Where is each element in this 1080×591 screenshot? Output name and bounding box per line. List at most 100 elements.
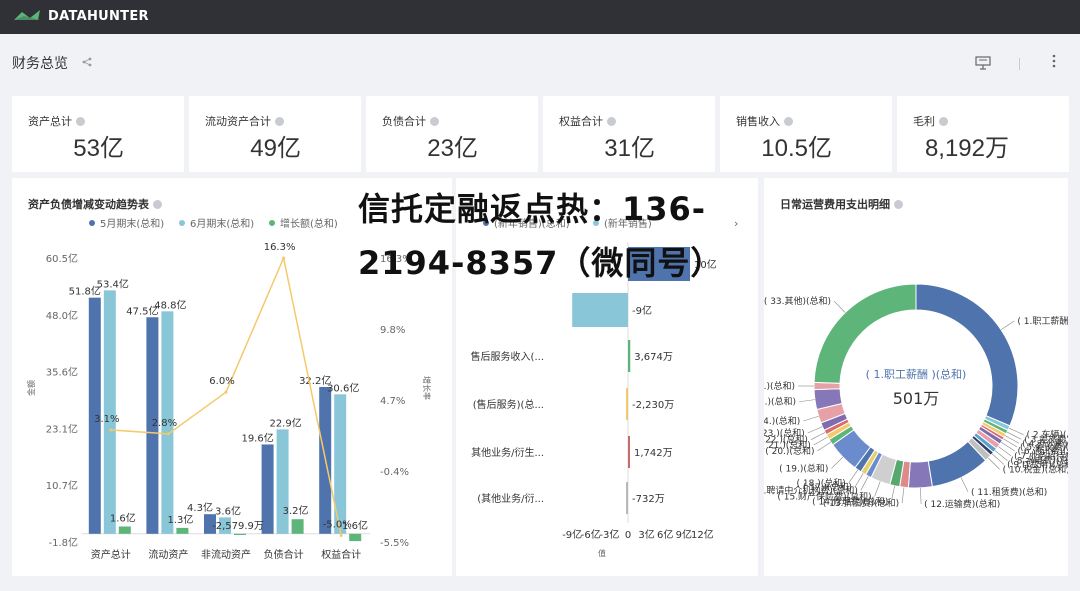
- x-tick-label: 负债合计: [264, 548, 304, 561]
- kpi-card-total-liabilities[interactable]: 负债合计 23亿: [366, 96, 538, 172]
- info-icon[interactable]: [430, 116, 439, 126]
- page-header: 财务总览: [0, 34, 1080, 92]
- info-icon[interactable]: [607, 116, 616, 126]
- overlay-ad-text: 信托定融返点热：136-2194-8357（微同号）: [358, 190, 724, 282]
- bar: [291, 519, 304, 534]
- kpi-card-gross-profit[interactable]: 毛利 8,192万: [897, 96, 1069, 172]
- leader-line: [799, 399, 815, 403]
- logo[interactable]: DATAHUNTER: [12, 8, 149, 24]
- slice-label: ( 24.)(总和): [764, 415, 800, 427]
- header-divider: [1019, 58, 1020, 70]
- info-icon[interactable]: [939, 116, 948, 126]
- kpi-label: 负债合计: [382, 115, 426, 128]
- slice-label: ( 10.税金)(总和): [1003, 463, 1068, 475]
- x-tick-label: -3亿: [599, 528, 619, 541]
- kpi-value: 10.5亿: [761, 135, 832, 162]
- kpi-label: 毛利: [913, 115, 935, 128]
- kpi-card-total-assets[interactable]: 资产总计 53亿: [12, 96, 184, 172]
- x-tick-label: 资产总计: [91, 548, 131, 561]
- slice-label: ( 19.)(总和): [779, 462, 828, 474]
- leader-line: [1004, 435, 1020, 444]
- bar-data-label: 22.9亿: [269, 416, 301, 429]
- bar-data-label: 48.8亿: [154, 298, 186, 311]
- bar-data-label: 3,674万: [634, 352, 673, 363]
- x-tick-label: 12亿: [691, 528, 714, 541]
- line-point: [166, 432, 170, 436]
- y-axis-label: 金额: [26, 380, 36, 396]
- leader-line: [807, 426, 823, 434]
- slice-label: ( 12.运输费)(总和): [924, 498, 1000, 510]
- leader-line: [1008, 427, 1024, 435]
- info-icon[interactable]: [275, 116, 284, 126]
- bar-data-label: 1.6亿: [110, 512, 136, 525]
- bar-data-label: 53.4亿: [97, 277, 129, 290]
- slice-label: ( 23.)(总和): [764, 427, 805, 439]
- kpi-card-total-equity[interactable]: 权益合计 31亿: [543, 96, 715, 172]
- y2-tick-label: 4.7%: [380, 396, 405, 407]
- line-data-label: 2.8%: [152, 418, 177, 429]
- y-tick-label: (售后服务)(总...: [473, 398, 544, 411]
- kpi-label: 销售收入: [736, 115, 780, 128]
- leader-line: [817, 441, 831, 452]
- kpi-card-sales-revenue[interactable]: 销售收入 10.5亿: [720, 96, 892, 172]
- kpi-label: 流动资产合计: [205, 115, 271, 128]
- bar: [572, 293, 628, 327]
- kpi-card-current-assets[interactable]: 流动资产合计 49亿: [189, 96, 361, 172]
- y-tick-label: 48.0亿: [46, 309, 78, 322]
- leader-line: [813, 436, 828, 446]
- bar: [628, 340, 631, 372]
- bar: [626, 482, 628, 514]
- share-icon[interactable]: [82, 57, 92, 67]
- leader-line: [831, 456, 844, 469]
- x-tick-label: 6亿: [657, 528, 673, 541]
- y2-tick-label: -0.4%: [380, 467, 409, 478]
- x-tick-label: 9亿: [676, 528, 692, 541]
- leader-line: [810, 432, 826, 440]
- y-tick-label: 23.1亿: [46, 422, 78, 435]
- y-tick-label: 60.5亿: [46, 252, 78, 265]
- bar-data-label: 3.6亿: [215, 504, 241, 517]
- bar: [176, 527, 189, 534]
- y2-axis-label: 增长率: [422, 376, 432, 400]
- more-vertical-icon[interactable]: [1051, 54, 1057, 68]
- info-icon[interactable]: [784, 116, 793, 126]
- kpi-label: 权益合计: [559, 115, 603, 128]
- info-icon[interactable]: [76, 116, 85, 126]
- y-tick-label: 35.6亿: [46, 366, 78, 379]
- brand-name: DATAHUNTER: [48, 8, 149, 24]
- legend-marker: [269, 220, 275, 226]
- x-tick-label: 非流动资产: [201, 548, 251, 561]
- line-data-label: 3.1%: [94, 414, 119, 425]
- slice-label: ( 11.租赁费)(总和): [971, 486, 1047, 498]
- legend-label: 6月期末(总和): [190, 217, 254, 230]
- y-tick-label: -1.8亿: [48, 536, 78, 549]
- kpi-value: 31亿: [604, 135, 655, 162]
- x-tick-label: 3亿: [638, 528, 654, 541]
- legend-label: 增长额(总和): [280, 217, 338, 230]
- donut-chart[interactable]: ( 1.职工薪酬)(总和)( 2.车辆)(总和)( 3.差旅费)(总和)( 4.…: [764, 178, 1068, 576]
- leader-line: [854, 473, 864, 488]
- x-tick-label: 0: [625, 530, 631, 541]
- bar: [103, 290, 116, 534]
- legend-marker: [89, 220, 95, 226]
- operating-expense-panel: 日常运营费用支出明细 ( 1.职工薪酬)(总和)( 2.车辆)(总和)( 3.差…: [764, 178, 1068, 576]
- kpi-label: 资产总计: [28, 115, 72, 128]
- line-data-label: -5.0%: [323, 519, 352, 530]
- x-axis-label: 值: [598, 548, 606, 558]
- bar: [118, 526, 131, 534]
- y2-tick-label: -5.5%: [380, 538, 409, 549]
- line-point: [282, 256, 286, 260]
- presentation-icon[interactable]: [975, 56, 991, 70]
- bar-data-label: -9亿: [632, 304, 652, 317]
- bar: [234, 533, 246, 535]
- bar-data-label: 1,742万: [634, 448, 673, 459]
- y-tick-label: (其他业务/衍...: [477, 492, 544, 505]
- kpi-value: 8,192万: [924, 135, 1009, 162]
- line-point: [339, 533, 343, 537]
- kpi-value: 49亿: [250, 135, 301, 162]
- leader-line: [1006, 431, 1022, 440]
- x-tick-label: 流动资产: [148, 548, 188, 561]
- slice-label: ( 1.职工薪酬)(总和): [1017, 315, 1068, 327]
- top-bar: DATAHUNTER: [0, 0, 1080, 34]
- slice-label: ( 33.其他)(总和): [764, 295, 831, 307]
